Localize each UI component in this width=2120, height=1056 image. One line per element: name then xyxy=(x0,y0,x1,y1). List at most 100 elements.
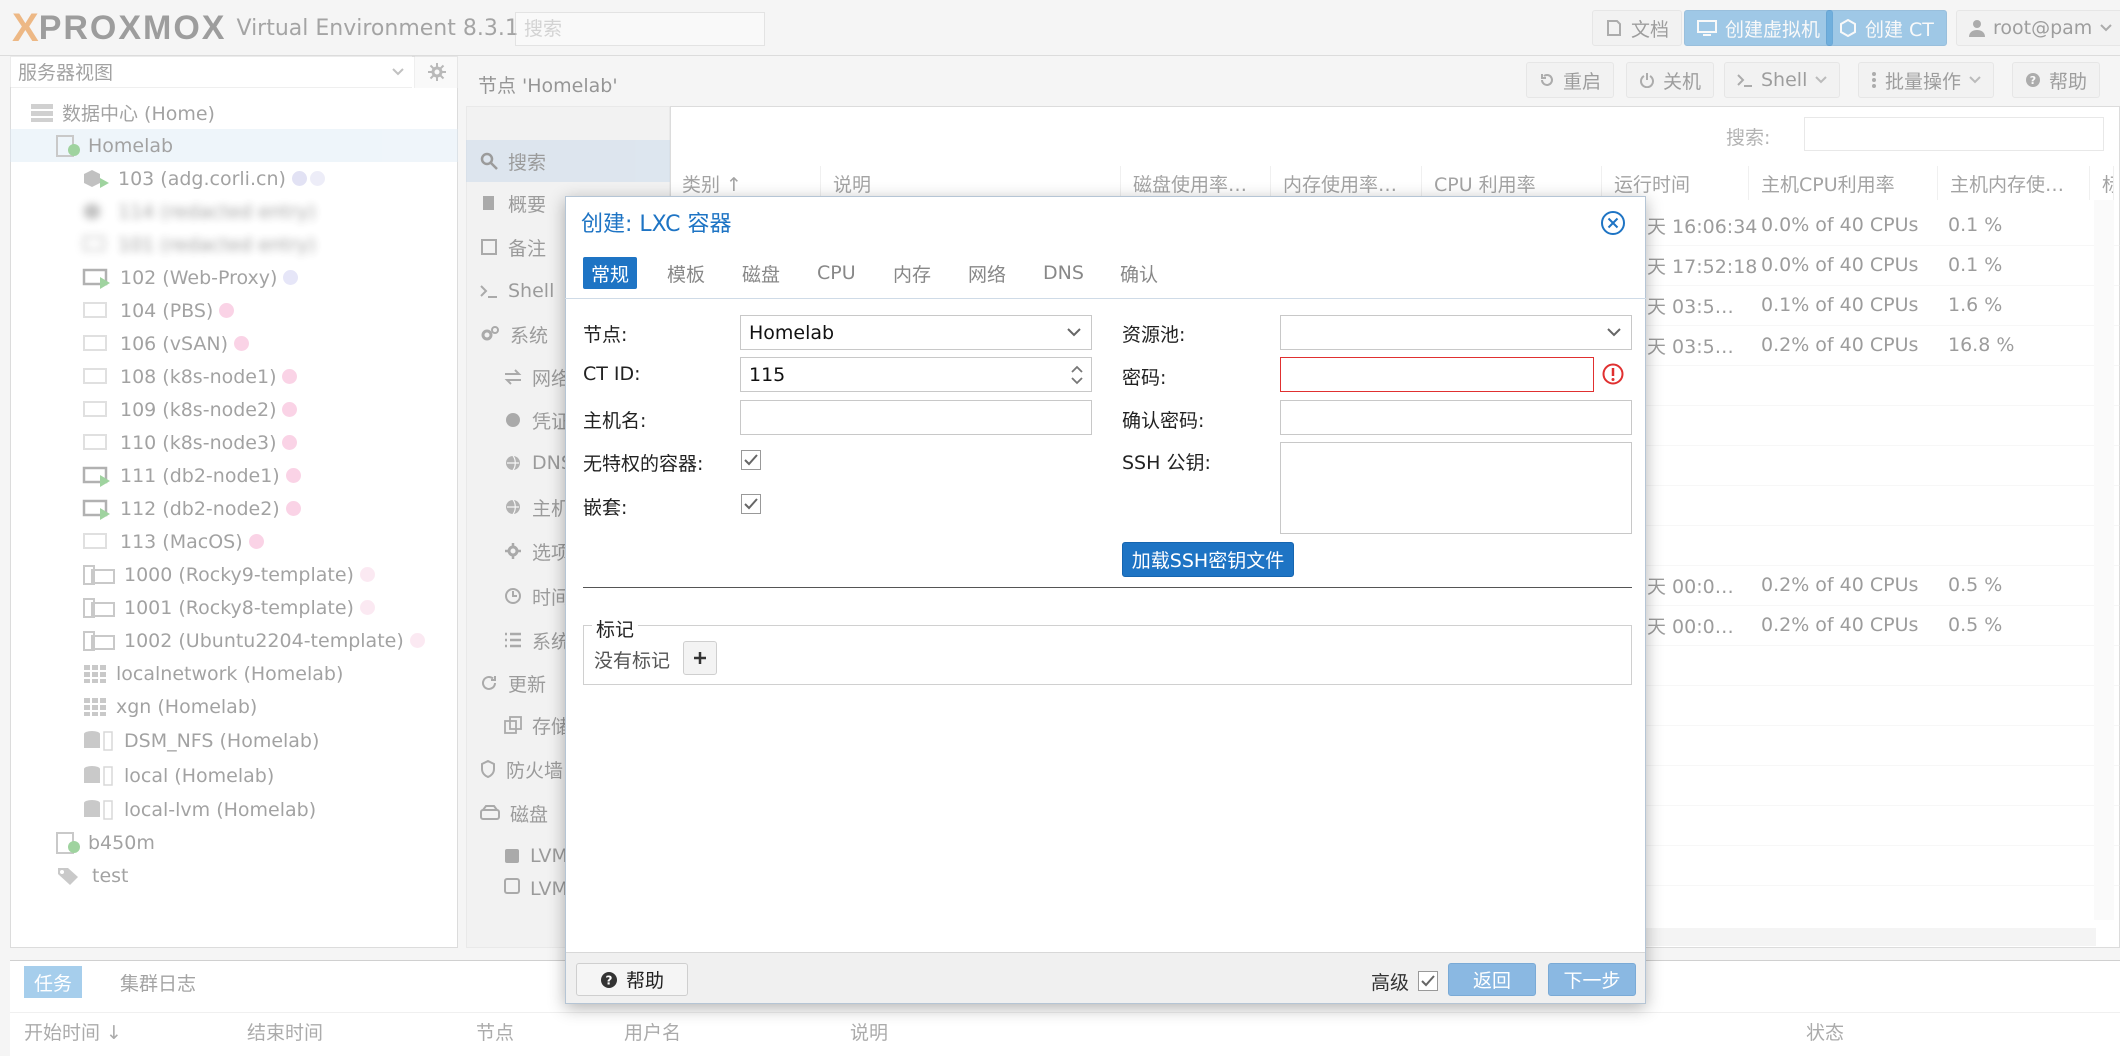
ctid-stepper[interactable]: 115 xyxy=(740,357,1092,392)
tab-confirm[interactable]: 确认 xyxy=(1112,257,1166,289)
col-host-mem[interactable]: 主机内存使… xyxy=(1938,166,2090,200)
tab-tasks[interactable]: 任务 xyxy=(24,966,83,998)
col-description[interactable]: 说明 xyxy=(821,166,1121,200)
tree-item-vm-108[interactable]: 108 (k8s-node1) xyxy=(10,360,458,393)
grid-horizontal-scrollbar[interactable] xyxy=(1646,928,2096,946)
spinner-arrows-icon[interactable] xyxy=(1071,364,1083,386)
next-button[interactable]: 下一步 xyxy=(1548,963,1636,996)
col-disk-usage[interactable]: 磁盘使用率… xyxy=(1121,166,1271,200)
nesting-checkbox[interactable] xyxy=(741,494,761,514)
tree-item-vm-111[interactable]: 111 (db2-node1) xyxy=(10,459,458,492)
password-label: 密码: xyxy=(1122,367,1167,389)
col-uptime[interactable]: 运行时间 xyxy=(1602,166,1749,200)
cell-host-mem: 0.1 % xyxy=(1948,254,2003,276)
hdd-icon xyxy=(480,805,500,821)
nav-search[interactable]: 搜索 xyxy=(466,140,670,182)
tree-item-ct-103[interactable]: 103 (adg.corli.cn) xyxy=(10,162,458,195)
tag-dot xyxy=(282,435,298,450)
tree-item-vm-102[interactable]: 102 (Web-Proxy) xyxy=(10,261,458,294)
server-rack-icon xyxy=(30,103,54,123)
pool-select[interactable] xyxy=(1280,315,1632,350)
tab-general[interactable]: 常规 xyxy=(583,257,638,289)
tree-item-template-1000[interactable]: 1000 (Rocky9-template) xyxy=(10,558,458,591)
error-icon xyxy=(1602,363,1624,385)
grid-search-input[interactable] xyxy=(1804,117,2104,151)
ssh-key-textarea[interactable] xyxy=(1280,442,1632,534)
tab-disks[interactable]: 磁盘 xyxy=(734,257,788,289)
advanced-checkbox[interactable] xyxy=(1418,971,1438,991)
tree-item-sdn-xgn[interactable]: xgn (Homelab) xyxy=(10,690,458,723)
back-button[interactable]: 返回 xyxy=(1448,963,1536,996)
tree-item-vm-113[interactable]: 113 (MacOS) xyxy=(10,525,458,558)
col-node[interactable]: 节点 xyxy=(476,1018,514,1045)
tree-item-node-b450m[interactable]: b450m xyxy=(10,826,458,859)
tree-item-template-1001[interactable]: 1001 (Rocky8-template) xyxy=(10,591,458,624)
tree-item-template-1002[interactable]: 1002 (Ubuntu2204-template) xyxy=(10,624,458,657)
grid-vertical-scrollbar[interactable] xyxy=(2094,200,2114,920)
cell-host-mem: 0.1 % xyxy=(1948,214,2003,236)
chevron-down-icon xyxy=(1969,76,1981,84)
tree-item-vm-104[interactable]: 104 (PBS) xyxy=(10,294,458,327)
col-type[interactable]: 类别 ↑ xyxy=(670,166,821,200)
confirm-password-input[interactable] xyxy=(1280,400,1632,435)
load-ssh-key-button[interactable]: 加载SSH密钥文件 xyxy=(1122,542,1294,577)
tree-item-storage-dsm-nfs[interactable]: DSM_NFS (Homelab) xyxy=(10,724,458,757)
tag-dot xyxy=(291,171,307,186)
tree-item-vm-106[interactable]: 106 (vSAN) xyxy=(10,327,458,360)
docs-button[interactable]: 文档 xyxy=(1592,10,1683,46)
col-status[interactable]: 状态 xyxy=(1806,1018,1844,1045)
tab-network[interactable]: 网络 xyxy=(960,257,1014,289)
tab-cluster-log[interactable]: 集群日志 xyxy=(110,966,206,998)
hostname-input[interactable] xyxy=(740,400,1092,435)
col-end-time[interactable]: 结束时间 xyxy=(247,1018,323,1045)
tree-item-redacted[interactable]: 101 (redacted entry) xyxy=(10,228,458,261)
help-button[interactable]: ? 帮助 xyxy=(576,963,688,996)
col-host-cpu[interactable]: 主机CPU利用率 xyxy=(1749,166,1938,200)
col-username[interactable]: 用户名 xyxy=(624,1018,681,1045)
create-ct-button[interactable]: 创建 CT xyxy=(1826,10,1947,46)
tab-template[interactable]: 模板 xyxy=(659,257,713,289)
tree-item-storage-local[interactable]: local (Homelab) xyxy=(10,759,458,792)
password-input[interactable] xyxy=(1280,357,1594,392)
confirm-password-label: 确认密码: xyxy=(1122,410,1205,432)
vm-icon xyxy=(82,234,110,256)
help-button[interactable]: ? 帮助 xyxy=(2012,62,2101,98)
server-view-selector[interactable]: 服务器视图 xyxy=(10,56,412,88)
cell-host-mem: 0.5 % xyxy=(1948,574,2003,596)
tab-dns[interactable]: DNS xyxy=(1035,257,1092,289)
close-button[interactable] xyxy=(1600,210,1626,236)
col-mem-usage[interactable]: 内存使用率… xyxy=(1271,166,1422,200)
tree-settings-button[interactable] xyxy=(414,56,458,88)
cell-host-cpu: 0.0% of 40 CPUs xyxy=(1761,214,1919,236)
tree-item-tag-test[interactable]: test xyxy=(10,859,458,892)
col-tags[interactable]: 标 xyxy=(2090,166,2114,200)
tab-cpu[interactable]: CPU xyxy=(809,257,864,289)
close-icon xyxy=(1600,210,1626,236)
chevron-down-icon xyxy=(392,67,404,76)
node-select[interactable]: Homelab xyxy=(740,315,1092,350)
tree-item-vm-110[interactable]: 110 (k8s-node3) xyxy=(10,426,458,459)
bulk-actions-button[interactable]: 批量操作 xyxy=(1858,62,1995,98)
cell-host-cpu: 0.0% of 40 CPUs xyxy=(1761,254,1919,276)
col-description[interactable]: 说明 xyxy=(850,1018,888,1045)
tree-item-sdn-localnetwork[interactable]: localnetwork (Homelab) xyxy=(10,657,458,690)
create-vm-button[interactable]: 创建虚拟机 xyxy=(1684,10,1834,46)
tree-item-vm-112[interactable]: 112 (db2-node2) xyxy=(10,492,458,525)
global-search-input[interactable]: 搜索 xyxy=(515,12,765,46)
col-start-time[interactable]: 开始时间 ↓ xyxy=(24,1018,122,1045)
tree-item-node-homelab[interactable]: Homelab xyxy=(10,129,458,162)
unprivileged-checkbox[interactable] xyxy=(741,450,761,470)
vm-stopped-icon xyxy=(82,432,112,454)
reboot-button[interactable]: 重启 xyxy=(1526,62,1615,98)
gears-icon xyxy=(480,325,500,343)
user-menu-button[interactable]: root@pam xyxy=(1956,10,2120,46)
col-cpu-usage[interactable]: CPU 利用率 xyxy=(1422,166,1602,200)
add-tag-button[interactable] xyxy=(683,641,717,675)
shutdown-button[interactable]: 关机 xyxy=(1626,62,1715,98)
tree-item-datacenter[interactable]: 数据中心 (Home) xyxy=(10,96,458,129)
tree-item-storage-local-lvm[interactable]: local-lvm (Homelab) xyxy=(10,793,458,826)
shell-button[interactable]: Shell xyxy=(1724,62,1841,98)
tree-item-vm-109[interactable]: 109 (k8s-node2) xyxy=(10,393,458,426)
tab-memory[interactable]: 内存 xyxy=(885,257,939,289)
tree-item-redacted[interactable]: 114 (redacted entry) xyxy=(10,195,458,228)
